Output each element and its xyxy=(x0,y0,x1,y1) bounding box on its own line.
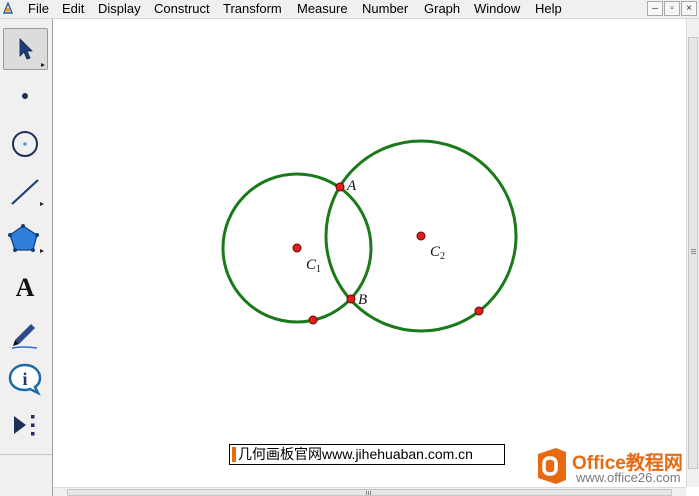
site-watermark: 几何画板官网www.jihehuaban.com.cn xyxy=(229,444,505,465)
custom-tool[interactable] xyxy=(3,405,48,447)
info-icon: i xyxy=(8,363,42,396)
horizontal-scroll-thumb[interactable] xyxy=(67,489,672,496)
menu-graph[interactable]: Graph xyxy=(424,0,460,18)
custom-tool-icon xyxy=(14,415,35,436)
office-watermark: Office教程网 www.office26.com xyxy=(532,444,692,488)
menu-window[interactable]: Window xyxy=(474,0,520,18)
compass-tool[interactable] xyxy=(3,123,48,165)
information-tool[interactable]: i xyxy=(3,358,48,400)
polygon-icon xyxy=(8,224,44,253)
point-on-circle-c2[interactable] xyxy=(474,306,484,316)
minimize-button[interactable]: – xyxy=(647,1,663,16)
menu-construct[interactable]: Construct xyxy=(154,0,210,18)
marker-pen-icon xyxy=(11,324,38,349)
menu-number[interactable]: Number xyxy=(362,0,408,18)
office-logo-icon xyxy=(538,448,566,484)
point-icon xyxy=(22,93,28,99)
vertical-scrollbar[interactable] xyxy=(686,19,699,487)
compass-icon xyxy=(12,131,38,157)
menu-measure[interactable]: Measure xyxy=(297,0,348,18)
menu-file[interactable]: File xyxy=(28,0,49,18)
menu-bar: File Edit Display Construct Transform Me… xyxy=(0,0,699,19)
marker-tool[interactable] xyxy=(3,312,48,354)
site-watermark-text: 几何画板官网www.jihehuaban.com.cn xyxy=(238,446,473,462)
menu-edit[interactable]: Edit xyxy=(62,0,84,18)
toolbox-divider xyxy=(0,454,52,455)
label-c1-subscript: 1 xyxy=(316,264,321,275)
label-a[interactable]: A xyxy=(346,178,357,194)
sketch-canvas[interactable]: A B C 1 C 2 xyxy=(53,19,686,487)
svg-text:A: A xyxy=(16,273,35,302)
straightedge-tool[interactable] xyxy=(3,171,48,213)
arrow-icon xyxy=(19,38,45,67)
intersection-point-a[interactable] xyxy=(335,182,345,192)
center-point-c2[interactable] xyxy=(416,231,426,241)
label-b[interactable]: B xyxy=(358,292,367,308)
intersection-point-b[interactable] xyxy=(346,294,356,304)
text-tool-icon: A xyxy=(16,273,35,302)
label-c2-subscript: 2 xyxy=(440,251,445,262)
menu-transform[interactable]: Transform xyxy=(223,0,282,18)
segment-icon xyxy=(11,179,44,206)
app-icon[interactable] xyxy=(2,2,14,15)
point-tool[interactable] xyxy=(3,75,48,117)
restore-button[interactable]: ▫ xyxy=(664,1,680,16)
menu-help[interactable]: Help xyxy=(535,0,562,18)
menu-display[interactable]: Display xyxy=(98,0,141,18)
close-button[interactable]: × xyxy=(681,1,697,16)
center-point-c1[interactable] xyxy=(292,243,302,253)
toolbox: A i xyxy=(0,19,53,496)
selection-arrow-tool[interactable] xyxy=(3,28,48,70)
svg-text:i: i xyxy=(22,369,27,389)
point-on-circle-c1[interactable] xyxy=(308,315,318,325)
horizontal-scrollbar[interactable] xyxy=(53,487,686,496)
vertical-scroll-thumb[interactable] xyxy=(688,37,698,469)
text-tool[interactable]: A xyxy=(3,266,48,308)
watermark-accent-bar xyxy=(232,447,236,462)
polygon-tool[interactable] xyxy=(3,218,48,260)
office-watermark-url: www.office26.com xyxy=(576,470,681,485)
sketch-drawing: A B C 1 C 2 xyxy=(221,139,518,333)
